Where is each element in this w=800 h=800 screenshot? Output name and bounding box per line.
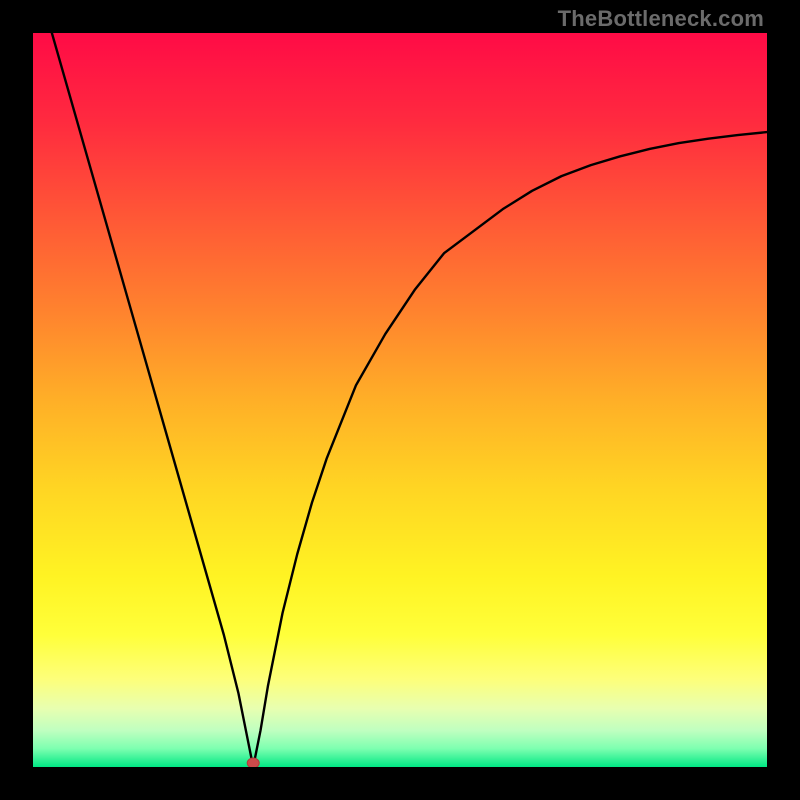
minimum-marker [247, 758, 259, 767]
plot-area [33, 33, 767, 767]
chart-frame: TheBottleneck.com [0, 0, 800, 800]
bottleneck-curve [33, 33, 767, 767]
watermark-text: TheBottleneck.com [558, 6, 764, 32]
